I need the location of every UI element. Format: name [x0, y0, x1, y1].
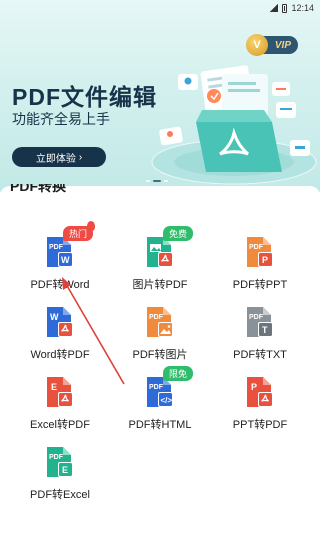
banner-subtitle: 功能齐全易上手 [12, 111, 110, 127]
pdf-to-image-icon: PDF [145, 306, 175, 338]
tool-image-to-pdf[interactable]: 免费 图片转PDF [107, 226, 213, 298]
tool-word-to-pdf[interactable]: W Word转PDF [7, 306, 113, 368]
vip-button[interactable]: V VIP [246, 34, 298, 56]
svg-text:E: E [62, 465, 68, 475]
tool-ppt-to-pdf[interactable]: P PPT转PDF [207, 376, 313, 438]
hot-badge: 热门 [63, 226, 94, 241]
battery-icon [282, 3, 288, 13]
ppt-to-pdf-icon: P [245, 376, 275, 408]
pdf-convert-section: PDF转换 PDF W 热门 PDF转Word 免费 图片转PDF PDF P … [0, 184, 320, 534]
status-time: 12:14 [291, 3, 314, 13]
tool-label: Excel转PDF [30, 419, 90, 431]
tool-label: PDF转图片 [132, 349, 188, 361]
tool-label: PDF转Word [30, 279, 90, 291]
free-badge: 免费 [163, 226, 194, 241]
pdf-to-html-icon: PDF </> 限免 [145, 366, 194, 408]
svg-text:W: W [61, 255, 70, 265]
tool-pdf-to-word[interactable]: PDF W 热门 PDF转Word [7, 221, 113, 298]
tool-label: PDF转TXT [233, 349, 287, 361]
app-screen: V VIP PDF文件编辑 功能齐全易上手 立即体验 › 12:14 PDF转换 [0, 0, 320, 534]
svg-text:</>: </> [161, 396, 173, 405]
signal-icon [270, 4, 279, 12]
carousel-indicator [146, 180, 168, 182]
svg-text:PDF: PDF [49, 244, 64, 251]
pdf-to-word-icon: PDF W 热门 [45, 221, 95, 268]
svg-text:PDF: PDF [149, 384, 164, 391]
tool-pdf-to-image[interactable]: PDF PDF转图片 [107, 306, 213, 368]
try-now-button[interactable]: 立即体验 › [12, 147, 106, 167]
svg-text:P: P [262, 255, 268, 265]
tool-pdf-to-html[interactable]: PDF </> 限免 PDF转HTML [107, 366, 213, 438]
limited-free-badge: 限免 [163, 366, 194, 381]
vip-crown-icon: V [246, 34, 268, 56]
tool-label: PDF转Excel [30, 489, 90, 501]
svg-text:PDF: PDF [149, 314, 164, 321]
promo-banner[interactable]: V VIP PDF文件编辑 功能齐全易上手 立即体验 › [0, 0, 320, 192]
svg-text:E: E [51, 382, 57, 392]
svg-text:PDF: PDF [49, 454, 64, 461]
carousel-dot [164, 180, 168, 182]
tool-label: 图片转PDF [132, 279, 188, 291]
carousel-dot-active [153, 180, 161, 182]
svg-text:P: P [251, 382, 257, 392]
word-to-pdf-icon: W [45, 306, 75, 338]
tool-pdf-to-ppt[interactable]: PDF P PDF转PPT [207, 236, 313, 298]
status-bar: 12:14 [0, 0, 320, 16]
svg-text:PDF: PDF [249, 244, 264, 251]
tool-pdf-to-txt[interactable]: PDF T PDF转TXT [207, 306, 313, 368]
svg-text:T: T [262, 325, 268, 335]
banner-illustration [151, 65, 317, 185]
section-title: PDF转换 [10, 184, 66, 194]
pdf-to-ppt-icon: PDF P [245, 236, 275, 268]
pdf-to-txt-icon: PDF T [245, 306, 275, 338]
vip-label: VIP [274, 39, 291, 51]
image-to-pdf-icon: 免费 [145, 226, 194, 268]
tool-label: PDF转HTML [128, 419, 192, 431]
banner-title: PDF文件编辑 [12, 84, 157, 110]
tool-label: PPT转PDF [232, 419, 288, 431]
carousel-dot [146, 180, 150, 182]
svg-text:W: W [50, 312, 59, 322]
svg-text:PDF: PDF [249, 314, 264, 321]
tool-label: PDF转PPT [232, 279, 288, 291]
tool-label: Word转PDF [30, 349, 90, 361]
tool-pdf-to-excel[interactable]: PDF E PDF转Excel [7, 446, 113, 508]
chevron-right-icon: › [78, 151, 83, 163]
try-now-label: 立即体验 [35, 153, 76, 165]
pdf-to-excel-icon: PDF E [45, 446, 75, 478]
tool-excel-to-pdf[interactable]: E Excel转PDF [7, 376, 113, 438]
excel-to-pdf-icon: E [45, 376, 75, 408]
